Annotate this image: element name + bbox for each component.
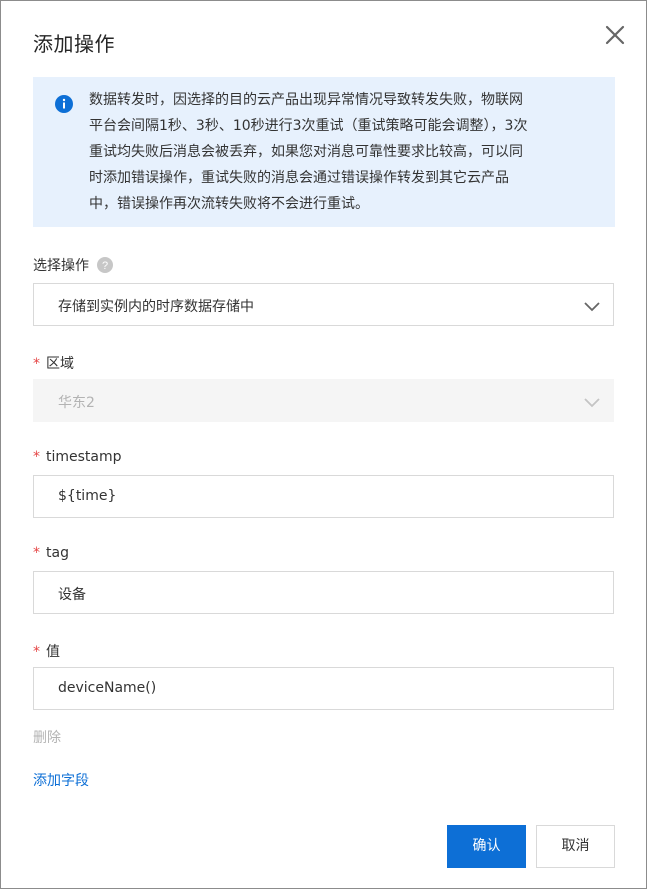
delete-field-link[interactable]: 删除 [33,727,61,747]
tag-input-value: 设备 [58,587,86,603]
add-field-link[interactable]: 添加字段 [33,770,89,790]
cancel-button[interactable]: 取消 [536,825,615,868]
notice-line: 平台会间隔1秒、3秒、10秒进行3次重试（重试策略可能会调整），3次 [89,118,528,134]
info-icon [55,95,73,113]
add-operation-dialog: 添加操作 数据转发时，因选择的目的云产品出现异常情况导致转发失败，物联网 平台会… [0,0,647,889]
required-mark: * [33,449,40,465]
timestamp-label: * timestamp [33,449,122,465]
region-label-text: 区域 [46,356,74,372]
operation-label: 选择操作 ? [33,255,114,275]
operation-select-value: 存储到实例内的时序数据存储中 [58,299,254,315]
chevron-down-icon [584,302,600,312]
region-select: 华东2 [33,379,614,422]
close-icon[interactable] [601,21,629,49]
notice-line: 中，错误操作再次流转失败将不会进行重试。 [89,196,369,212]
region-label: * 区域 [33,353,74,373]
tag-input[interactable]: 设备 [33,571,614,614]
dialog-title: 添加操作 [33,32,115,56]
required-mark: * [33,644,40,660]
timestamp-input-value: ${time} [58,488,117,504]
timestamp-label-text: timestamp [46,449,122,465]
operation-label-text: 选择操作 [33,258,89,274]
operation-select[interactable]: 存储到实例内的时序数据存储中 [33,283,614,326]
svg-text:?: ? [102,260,108,272]
confirm-button[interactable]: 确认 [447,825,526,868]
tag-value-label-text: 值 [46,644,60,660]
notice-text: 数据转发时，因选择的目的云产品出现异常情况导致转发失败，物联网 平台会间隔1秒、… [89,87,594,217]
notice-line: 重试均失败后消息会被丢弃，如果您对消息可靠性要求比较高，可以同 [89,144,523,160]
chevron-down-icon [584,398,600,408]
required-mark: * [33,545,40,561]
question-circle-icon[interactable]: ? [97,257,114,273]
required-mark: * [33,356,40,372]
tag-value-input[interactable]: deviceName() [33,667,614,710]
tag-value-label: * 值 [33,641,60,661]
timestamp-input[interactable]: ${time} [33,475,614,518]
region-select-value: 华东2 [58,395,95,411]
notice-line: 数据转发时，因选择的目的云产品出现异常情况导致转发失败，物联网 [89,92,523,108]
tag-label: * tag [33,545,69,561]
retry-notice: 数据转发时，因选择的目的云产品出现异常情况导致转发失败，物联网 平台会间隔1秒、… [33,77,615,227]
tag-value-input-value: deviceName() [58,680,157,696]
tag-label-text: tag [46,545,69,561]
notice-line: 时添加错误操作，重试失败的消息会通过错误操作转发到其它云产品 [89,170,509,186]
